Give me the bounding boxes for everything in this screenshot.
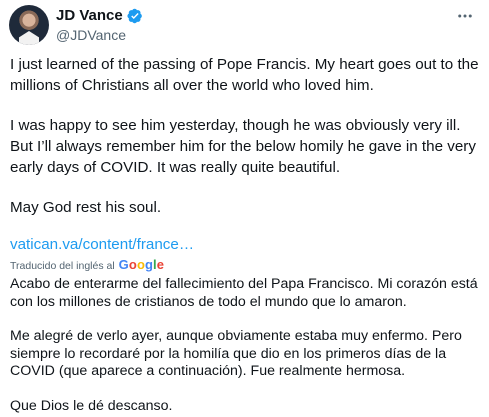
tweet-body: I just learned of the passing of Pope Fr… bbox=[10, 54, 480, 415]
verified-badge-icon bbox=[127, 8, 143, 24]
translated-paragraph: Que Dios le dé descanso. bbox=[10, 397, 173, 414]
translation-label: Traducido del inglés al bbox=[10, 260, 115, 272]
more-options-button[interactable] bbox=[453, 6, 477, 30]
author-display-name[interactable]: JD Vance bbox=[56, 6, 123, 26]
translated-paragraph: Me alegré de verlo ayer, aunque obviamen… bbox=[10, 328, 462, 379]
author-handle[interactable]: @JDVance bbox=[56, 26, 126, 44]
google-logo[interactable]: Google bbox=[119, 257, 164, 272]
tweet-paragraph: I was happy to see him yesterday, though… bbox=[10, 117, 476, 176]
more-horizontal-icon bbox=[456, 7, 474, 30]
tweet-header: JD Vance @JDVance bbox=[0, 0, 489, 48]
tweet-paragraph: I just learned of the passing of Pope Fr… bbox=[10, 56, 479, 94]
tweet-link[interactable]: vatican.va/content/france… bbox=[10, 234, 480, 255]
translated-text: Acabo de enterarme del fallecimiento del… bbox=[10, 276, 480, 415]
translated-paragraph: Acabo de enterarme del fallecimiento del… bbox=[10, 276, 478, 310]
author-name-row: JD Vance bbox=[56, 6, 143, 26]
translation-attribution: Traducido del inglés al Google bbox=[10, 257, 480, 275]
tweet-paragraph: May God rest his soul. bbox=[10, 199, 162, 216]
avatar[interactable] bbox=[9, 5, 49, 45]
